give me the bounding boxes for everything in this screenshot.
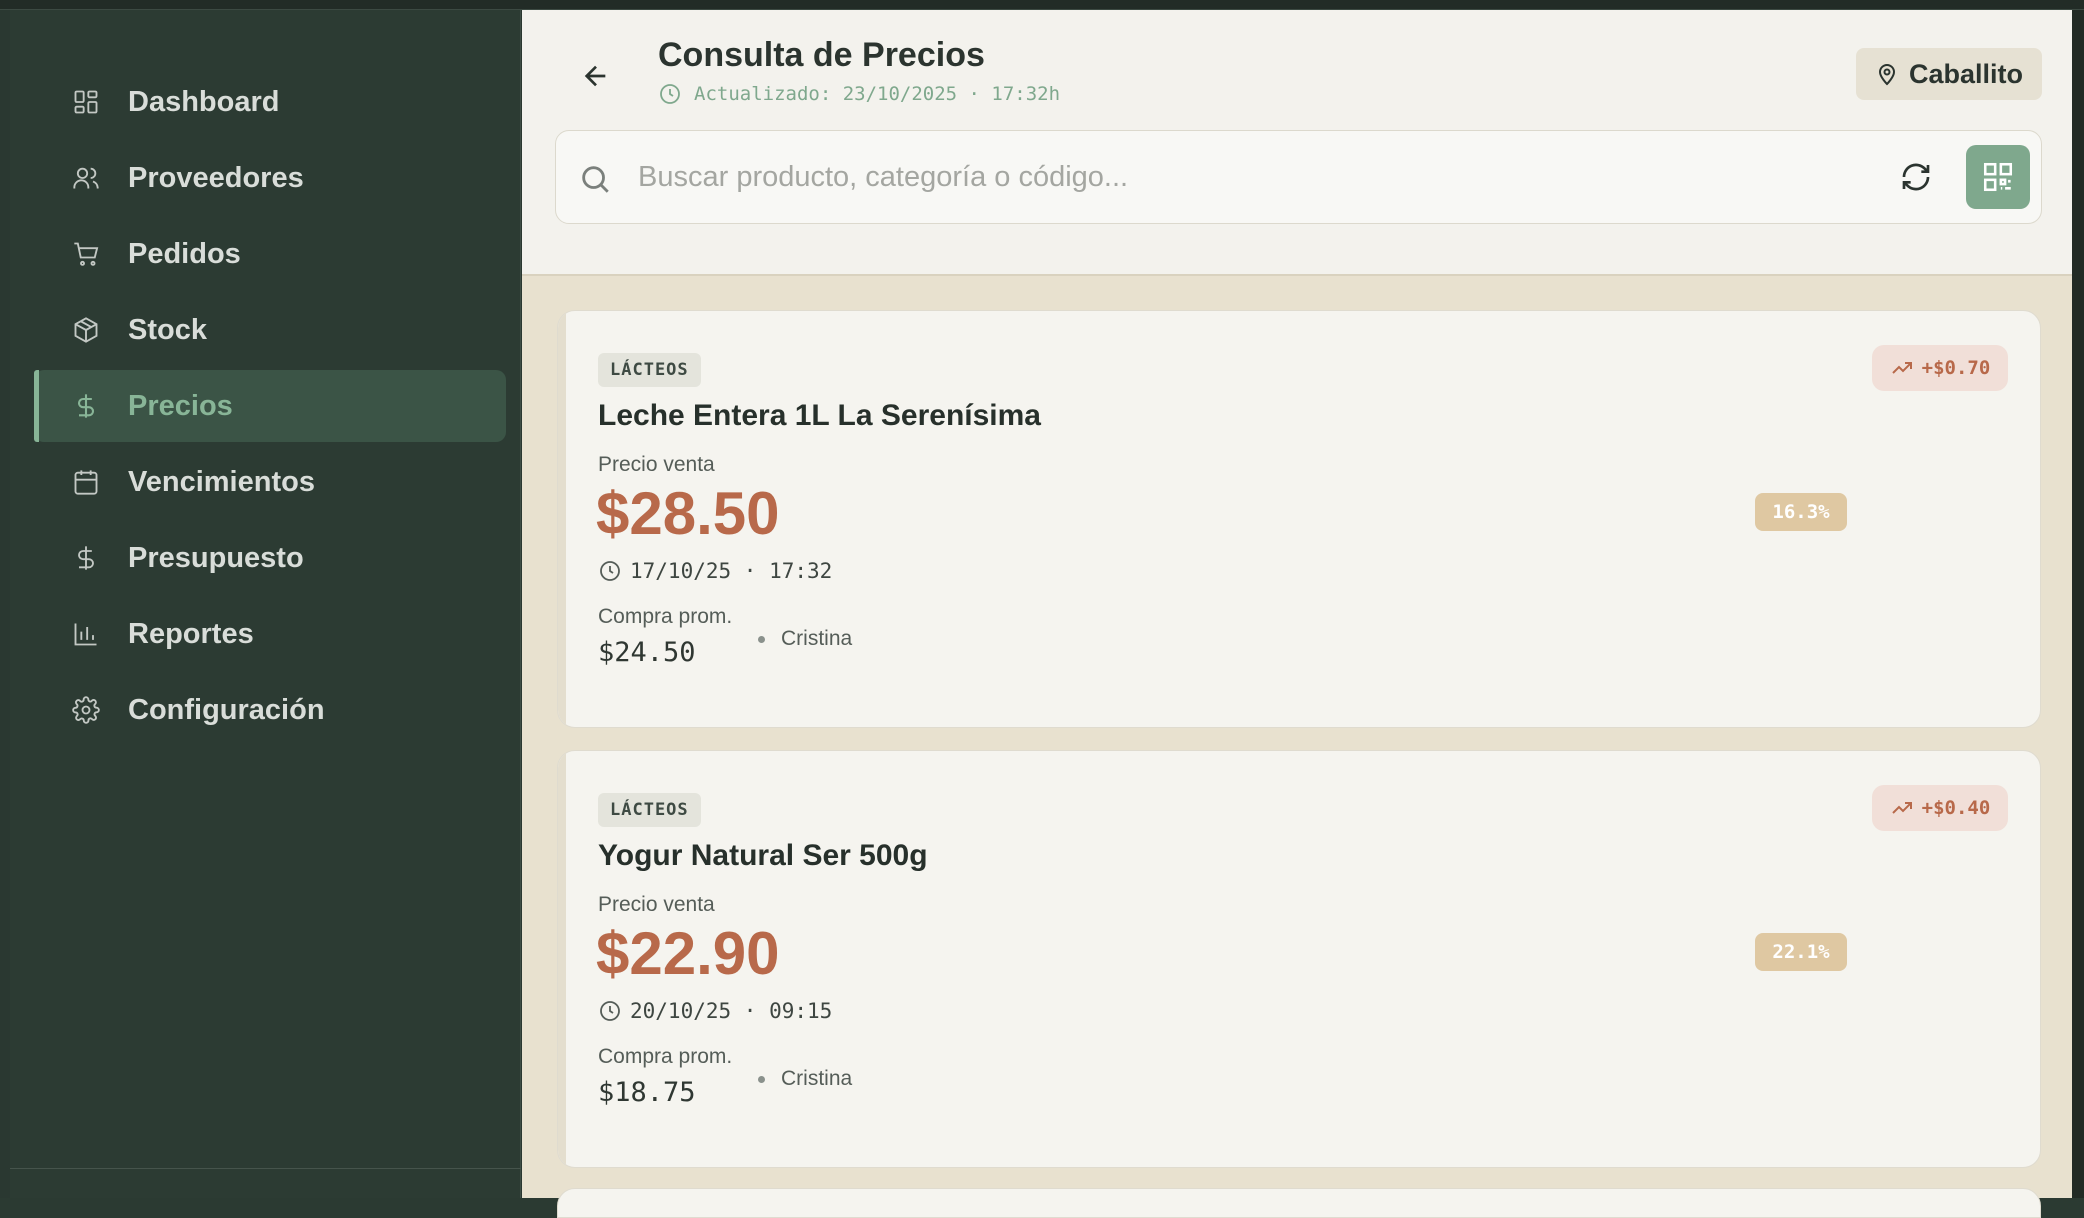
- refresh-button[interactable]: [1896, 157, 1936, 197]
- updated-text: Actualizado: 23/10/2025 · 17:32h: [694, 83, 1061, 105]
- window-right-edge: [2072, 10, 2084, 1198]
- product-card[interactable]: LÁCTEOS Leche Entera 1L La Serenísima Pr…: [557, 310, 2041, 728]
- page-title: Consulta de Precios: [658, 36, 985, 74]
- category-badge: LÁCTEOS: [598, 353, 701, 387]
- price-date-text: 17/10/25 · 17:32: [630, 559, 833, 583]
- sidebar-item-label: Reportes: [128, 617, 254, 650]
- sidebar-item-configuracion[interactable]: Configuración: [34, 674, 506, 746]
- price-change-badge: +$0.70: [1872, 345, 2008, 391]
- sidebar-item-label: Vencimientos: [128, 465, 315, 498]
- price-date: 20/10/25 · 09:15: [598, 999, 832, 1023]
- trending-up-icon: [1891, 362, 1912, 374]
- price-date-text: 20/10/25 · 09:15: [630, 999, 833, 1023]
- main-content: Consulta de Precios Actualizado: 23/10/2…: [522, 10, 2072, 1218]
- sidebar-item-label: Presupuesto: [128, 541, 304, 574]
- sidebar-item-label: Precios: [128, 389, 233, 422]
- sidebar-item-presupuesto[interactable]: Presupuesto: [34, 522, 506, 594]
- sidebar: Dashboard Proveedores Pedidos Stock Prec…: [10, 10, 521, 1198]
- refresh-icon: [1902, 163, 1930, 191]
- price-label: Precio venta: [598, 893, 715, 916]
- sale-price: $22.90: [596, 920, 780, 987]
- page-header: Consulta de Precios Actualizado: 23/10/2…: [522, 10, 2072, 276]
- sidebar-item-label: Proveedores: [128, 161, 304, 194]
- calendar-icon: [72, 468, 100, 496]
- price-change-badge: +$0.40: [1872, 785, 2008, 831]
- sidebar-item-precios[interactable]: Precios: [34, 370, 506, 442]
- bullet-dot: [758, 635, 765, 643]
- supplier-name: Cristina: [781, 627, 853, 650]
- qr-code-icon: [1983, 162, 2013, 192]
- bullet-dot: [758, 1075, 765, 1083]
- product-name: Leche Entera 1L La Serenísima: [598, 399, 1041, 432]
- margin-badge: 22.1%: [1755, 933, 1847, 971]
- box-icon: [72, 316, 100, 344]
- supplier-name: Cristina: [781, 1067, 853, 1090]
- sidebar-item-vencimientos[interactable]: Vencimientos: [34, 446, 506, 518]
- sidebar-item-reportes[interactable]: Reportes: [34, 598, 506, 670]
- price-label: Precio venta: [598, 453, 715, 476]
- price-date: 17/10/25 · 17:32: [598, 559, 832, 583]
- location-button[interactable]: Caballito: [1856, 48, 2042, 100]
- sidebar-item-proveedores[interactable]: Proveedores: [34, 142, 506, 214]
- back-button[interactable]: [572, 52, 620, 100]
- updated-timestamp: Actualizado: 23/10/2025 · 17:32h: [658, 82, 1060, 106]
- sidebar-item-label: Dashboard: [128, 85, 280, 118]
- sidebar-item-label: Configuración: [128, 693, 325, 726]
- arrow-left-icon: [584, 65, 606, 87]
- gear-icon: [72, 696, 100, 724]
- search-input[interactable]: [636, 151, 1836, 203]
- purchase-price: $24.50: [598, 637, 696, 668]
- sidebar-item-stock[interactable]: Stock: [34, 294, 506, 366]
- sidebar-item-dashboard[interactable]: Dashboard: [34, 66, 506, 138]
- search-bar: [555, 130, 2042, 224]
- price-change-text: +$0.70: [1921, 357, 1991, 379]
- supplier: Cristina: [758, 1067, 852, 1091]
- search-icon: [582, 166, 609, 193]
- product-name: Yogur Natural Ser 500g: [598, 839, 928, 872]
- product-card-partial[interactable]: [557, 1188, 2041, 1218]
- product-card[interactable]: LÁCTEOS Yogur Natural Ser 500g Precio ve…: [557, 750, 2041, 1168]
- bar-chart-icon: [72, 620, 100, 648]
- price-change-text: +$0.40: [1921, 797, 1991, 819]
- supplier: Cristina: [758, 627, 852, 651]
- sale-price: $28.50: [596, 480, 780, 547]
- sidebar-item-label: Pedidos: [128, 237, 241, 270]
- purchase-label: Compra prom.: [598, 605, 733, 628]
- trending-up-icon: [1891, 802, 1912, 814]
- sidebar-divider: [10, 1168, 521, 1169]
- sidebar-item-pedidos[interactable]: Pedidos: [34, 218, 506, 290]
- users-icon: [72, 164, 100, 192]
- clock-icon: [600, 1001, 620, 1021]
- sidebar-item-label: Stock: [128, 313, 207, 346]
- clock-icon: [600, 561, 620, 581]
- dollar-icon: [72, 544, 100, 572]
- dashboard-icon: [72, 88, 100, 116]
- dollar-icon: [72, 392, 100, 420]
- cart-icon: [72, 240, 100, 268]
- map-pin-icon: [1878, 64, 1895, 86]
- app-window: Dashboard Proveedores Pedidos Stock Prec…: [0, 0, 2084, 1218]
- purchase-price: $18.75: [598, 1077, 696, 1108]
- location-label: Caballito: [1908, 58, 2023, 89]
- clock-icon: [660, 84, 680, 104]
- purchase-label: Compra prom.: [598, 1045, 733, 1068]
- qr-scan-button[interactable]: [1966, 145, 2030, 209]
- window-top-border: [0, 0, 2084, 10]
- category-badge: LÁCTEOS: [598, 793, 701, 827]
- sidebar-nav: Dashboard Proveedores Pedidos Stock Prec…: [34, 66, 506, 750]
- margin-badge: 16.3%: [1755, 493, 1847, 531]
